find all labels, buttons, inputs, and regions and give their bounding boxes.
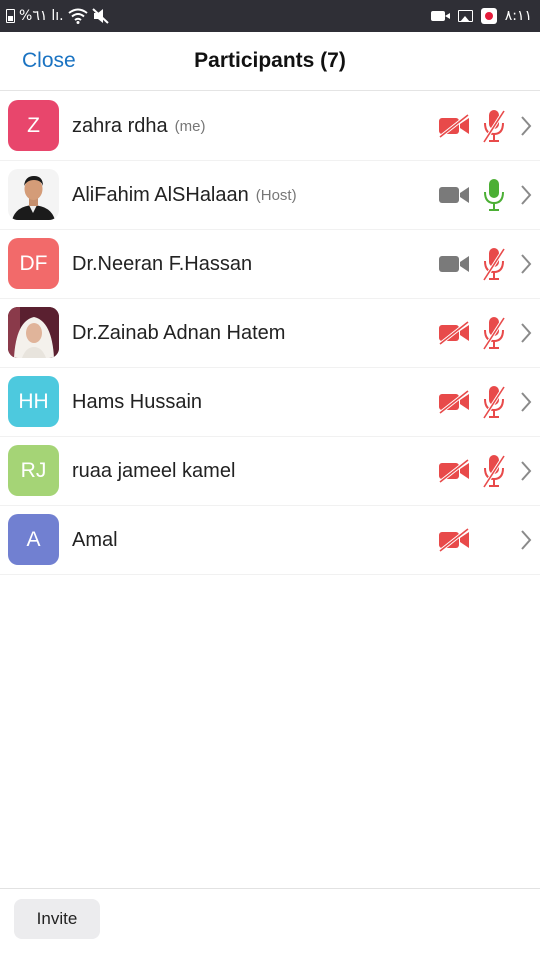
video-off-icon <box>438 527 470 553</box>
video-off-icon <box>438 389 470 415</box>
video-on-icon <box>438 183 470 207</box>
video-on-icon <box>438 252 470 276</box>
mic-muted-icon <box>482 109 506 143</box>
participant-name: Dr.Neeran F.Hassan <box>72 252 253 275</box>
video-off-icon <box>438 320 470 346</box>
mic-muted-icon <box>482 454 506 488</box>
chevron-right-icon[interactable] <box>519 528 533 552</box>
battery-icon <box>6 9 15 23</box>
avatar <box>8 307 59 358</box>
participant-name: Dr.Zainab Adnan Hatem <box>72 321 286 344</box>
bottom-bar: Invite <box>0 888 540 960</box>
avatar: HH <box>8 376 59 427</box>
participant-name-group: Dr.Neeran F.Hassan <box>72 230 252 298</box>
chevron-right-icon[interactable] <box>519 252 533 276</box>
gallery-notification-icon <box>457 10 473 22</box>
signal-icon: lı. <box>51 8 64 24</box>
avatar: A <box>8 514 59 565</box>
participant-name: ruaa jameel kamel <box>72 459 236 482</box>
participant-row[interactable]: Zzahra rdha (me) <box>0 92 540 161</box>
participant-name: Hams Hussain <box>72 390 203 413</box>
participant-row[interactable]: A Amal <box>0 506 540 575</box>
participant-name-group: Hams Hussain <box>72 368 202 436</box>
participant-row[interactable]: RJ ruaa jameel kamel <box>0 437 540 506</box>
participant-row[interactable]: Dr.Zainab Adnan Hatem <box>0 299 540 368</box>
app-notification-icon <box>480 8 497 24</box>
participant-row[interactable]: DF Dr.Neeran F.Hassan <box>0 230 540 299</box>
video-off-icon <box>438 458 470 484</box>
participant-list: Zzahra rdha (me) AliFahim AlSHalaan (Host) D… <box>0 92 540 575</box>
chevron-right-icon[interactable] <box>519 459 533 483</box>
chevron-right-icon[interactable] <box>519 114 533 138</box>
battery-level: %٦١ <box>19 8 48 24</box>
chevron-right-icon[interactable] <box>519 183 533 207</box>
participant-name-group: zahra rdha (me) <box>72 92 205 160</box>
page-title: Participants (7) <box>194 49 346 72</box>
invite-button[interactable]: Invite <box>14 899 100 939</box>
status-bar-left: %٦١ lı. <box>6 7 110 25</box>
participant-name: AliFahim AlSHalaan <box>72 183 249 206</box>
avatar: RJ <box>8 445 59 496</box>
participant-name-group: ruaa jameel kamel <box>72 437 235 505</box>
mute-icon <box>91 8 109 24</box>
participant-name: Amal <box>72 528 118 551</box>
avatar: Z <box>8 100 59 151</box>
wifi-icon <box>67 8 88 24</box>
participant-name-group: AliFahim AlSHalaan (Host) <box>72 161 297 229</box>
participant-row[interactable]: HH Hams Hussain <box>0 368 540 437</box>
video-off-icon <box>438 113 470 139</box>
participant-role: (Host) <box>255 186 297 204</box>
mic-muted-icon <box>482 247 506 281</box>
participant-name-group: Dr.Zainab Adnan Hatem <box>72 299 285 367</box>
participant-role: (me) <box>174 117 206 135</box>
header: Close Participants (7) <box>0 32 540 91</box>
status-bar-right: ٨:١١ <box>430 7 532 25</box>
avatar <box>8 169 59 220</box>
mic-on-icon <box>483 178 505 212</box>
video-notification-icon <box>430 11 450 21</box>
clock: ٨:١١ <box>504 8 532 24</box>
status-bar: %٦١ lı. ٨:١١ <box>0 0 540 32</box>
participant-name: zahra rdha <box>72 114 168 137</box>
participant-row[interactable]: AliFahim AlSHalaan (Host) <box>0 161 540 230</box>
participant-name-group: Amal <box>72 506 118 574</box>
chevron-right-icon[interactable] <box>519 321 533 345</box>
mic-muted-icon <box>482 316 506 350</box>
avatar: DF <box>8 238 59 289</box>
chevron-right-icon[interactable] <box>519 390 533 414</box>
mic-muted-icon <box>482 385 506 419</box>
